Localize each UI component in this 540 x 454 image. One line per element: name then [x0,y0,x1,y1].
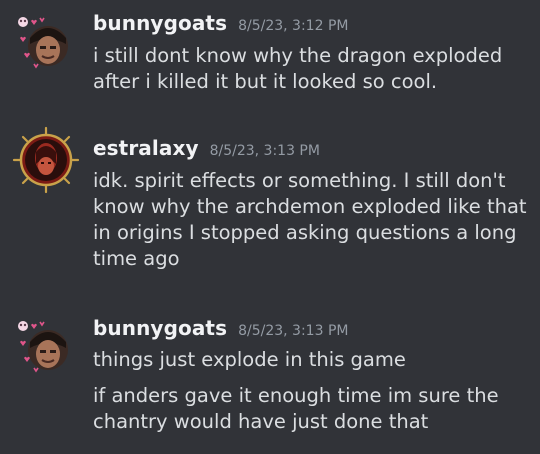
timestamp: 8/5/23, 3:12 PM [238,18,349,34]
message-content: idk. spirit effects or something. I stil… [93,169,527,270]
username[interactable]: estralaxy [93,136,199,160]
message-content: i still dont know why the dragon explode… [93,44,503,93]
timestamp: 8/5/23, 3:13 PM [238,323,349,339]
bunnygoats-avatar-icon [18,321,68,373]
user-avatar[interactable] [10,312,82,384]
user-avatar[interactable] [10,124,82,196]
username[interactable]: bunnygoats [93,11,227,35]
message-header: bunnygoats 8/5/23, 3:13 PM [93,316,348,340]
user-avatar[interactable] [10,8,82,80]
estralaxy-avatar-icon [12,126,80,194]
username[interactable]: bunnygoats [93,316,227,340]
timestamp: 8/5/23, 3:13 PM [209,143,320,159]
message-content: things just explode in this game [93,348,406,371]
message-content: if anders gave it enough time im sure th… [93,384,499,433]
message-header: bunnygoats 8/5/23, 3:12 PM [93,11,348,35]
bunnygoats-avatar-icon [18,17,68,69]
message-header: estralaxy 8/5/23, 3:13 PM [93,136,320,160]
